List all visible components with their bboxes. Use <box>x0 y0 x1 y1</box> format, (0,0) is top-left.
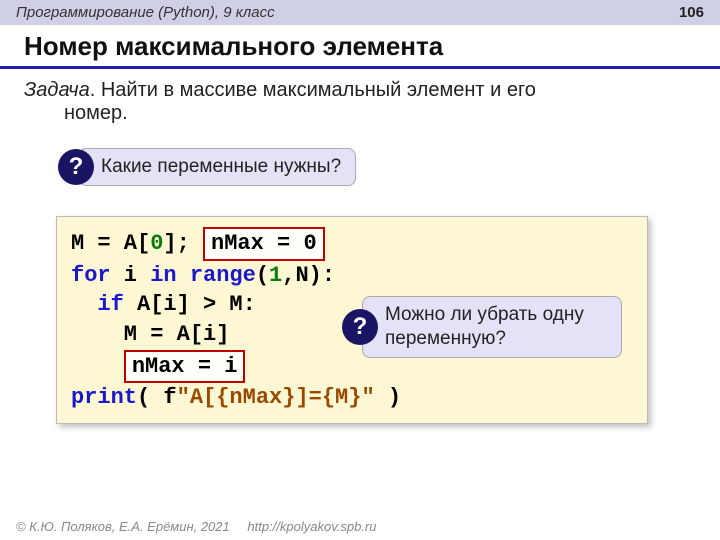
header-bar: Программирование (Python), 9 класс 106 <box>0 0 720 25</box>
question-icon: ? <box>342 309 378 345</box>
task-label: Задача <box>24 79 90 101</box>
question-callout-1: ? Какие переменные нужны? <box>58 148 356 186</box>
code-line-6: print( f"A[{nMax}]={M}" ) <box>71 383 633 413</box>
slide-title: Номер максимального элемента <box>0 25 720 69</box>
highlight-nmax-assign: nMax = i <box>124 350 246 384</box>
question-text-2: Можно ли убрать одну переменную? <box>362 296 622 358</box>
page-number: 106 <box>679 4 704 21</box>
footer: © К.Ю. Поляков, Е.А. Ерёмин, 2021 http:/… <box>16 519 376 534</box>
footer-url: http://kpolyakov.spb.ru <box>247 519 376 534</box>
copyright: © К.Ю. Поляков, Е.А. Ерёмин, 2021 <box>16 519 230 534</box>
task-body-2: номер. <box>24 102 696 125</box>
course-label: Программирование (Python), 9 класс <box>16 4 275 21</box>
code-line-2: for i in range(1,N): <box>71 261 633 291</box>
question-text-1: Какие переменные нужны? <box>78 148 356 186</box>
question-callout-2: ? Можно ли убрать одну переменную? <box>342 296 622 358</box>
task-text: Задача. Найти в массиве максимальный эле… <box>0 69 720 127</box>
question-icon: ? <box>58 149 94 185</box>
highlight-nmax-init: nMax = 0 <box>203 227 325 261</box>
task-body-1: . Найти в массиве максимальный элемент и… <box>90 79 536 101</box>
code-line-1: M = A[0]; nMax = 0 <box>71 227 633 261</box>
